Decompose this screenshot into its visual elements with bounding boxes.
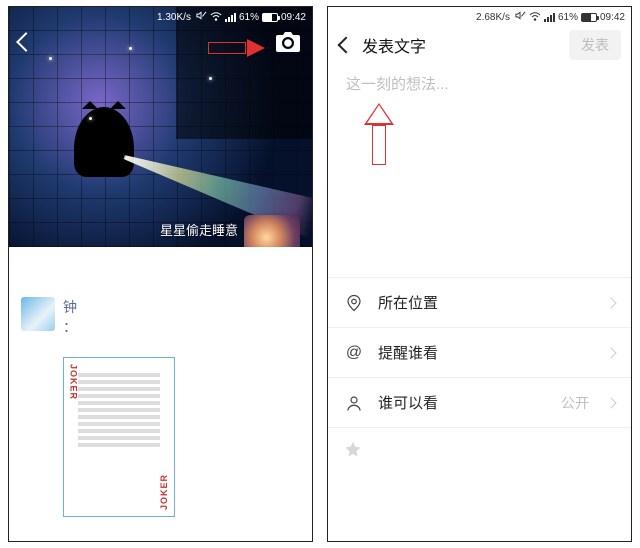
person-icon: [344, 394, 364, 412]
signal-icon: [544, 13, 555, 22]
card-joker-label: JOKER: [67, 364, 80, 400]
status-battery: 61%: [558, 12, 578, 23]
battery-icon: [262, 13, 278, 22]
cover-username: 星星偷走睡意: [160, 220, 238, 239]
card-joker-label: JOKER: [158, 474, 171, 510]
back-icon[interactable]: [338, 37, 355, 54]
status-speed: 2.68K/s: [476, 12, 510, 23]
compose-header: 发表文字 发表: [328, 27, 631, 67]
mute-icon: [515, 10, 526, 24]
status-bar: 2.68K/s 61% 09:42: [328, 7, 631, 27]
sparkle: [89, 117, 92, 120]
phone-moments-cover: 1.30K/s 61% 09:42 星星偷走睡意 钟 ：: [8, 6, 313, 542]
option-location[interactable]: 所在位置: [328, 278, 631, 328]
option-label: 谁可以看: [378, 392, 438, 413]
status-battery: 61%: [239, 12, 259, 23]
mention-icon: @: [344, 344, 364, 362]
chevron-right-icon: [605, 397, 616, 408]
phone-text-compose: 2.68K/s 61% 09:42 发表文字 发表 这一刻的想法... 所在位置: [327, 6, 632, 542]
moments-feed: 钟 ： JOKER JOKER: [9, 247, 312, 517]
favorite-star[interactable]: [328, 428, 631, 475]
compose-placeholder: 这一刻的想法...: [346, 73, 613, 94]
option-value: 公开: [561, 393, 593, 413]
compose-options: 所在位置 @ 提醒谁看 谁可以看 公开: [328, 277, 631, 475]
signal-icon: [225, 13, 236, 22]
battery-icon: [581, 13, 597, 22]
post-image-card[interactable]: JOKER JOKER: [63, 357, 175, 517]
post-avatar[interactable]: [21, 297, 55, 331]
annotation-arrow-right: [208, 39, 266, 57]
wifi-icon: [210, 11, 222, 24]
status-speed: 1.30K/s: [157, 12, 191, 23]
option-label: 所在位置: [378, 292, 438, 313]
wifi-icon: [529, 11, 541, 24]
post-text: ：: [63, 319, 77, 335]
annotation-arrow-up: [364, 103, 394, 165]
cover-area: 1.30K/s 61% 09:42 星星偷走睡意: [9, 7, 312, 247]
option-visibility[interactable]: 谁可以看 公开: [328, 378, 631, 428]
post-author[interactable]: 钟: [63, 299, 77, 315]
sparkle: [209, 77, 212, 80]
chevron-right-icon: [605, 347, 616, 358]
status-bar: 1.30K/s 61% 09:42: [9, 7, 312, 27]
option-label: 提醒谁看: [378, 342, 438, 363]
feed-post[interactable]: 钟 ：: [9, 291, 312, 343]
status-time: 09:42: [281, 12, 306, 23]
sparkle: [129, 47, 132, 50]
location-icon: [344, 294, 364, 312]
sparkle: [49, 57, 52, 60]
status-time: 09:42: [600, 12, 625, 23]
camera-button[interactable]: [276, 31, 300, 58]
chevron-right-icon: [605, 297, 616, 308]
page-title: 发表文字: [362, 33, 426, 57]
option-mention[interactable]: @ 提醒谁看: [328, 328, 631, 378]
compose-text-area[interactable]: 这一刻的想法...: [328, 67, 631, 227]
profile-avatar[interactable]: [244, 215, 300, 247]
mute-icon: [196, 10, 207, 24]
post-body: 钟 ：: [63, 297, 77, 337]
publish-button[interactable]: 发表: [569, 30, 621, 60]
